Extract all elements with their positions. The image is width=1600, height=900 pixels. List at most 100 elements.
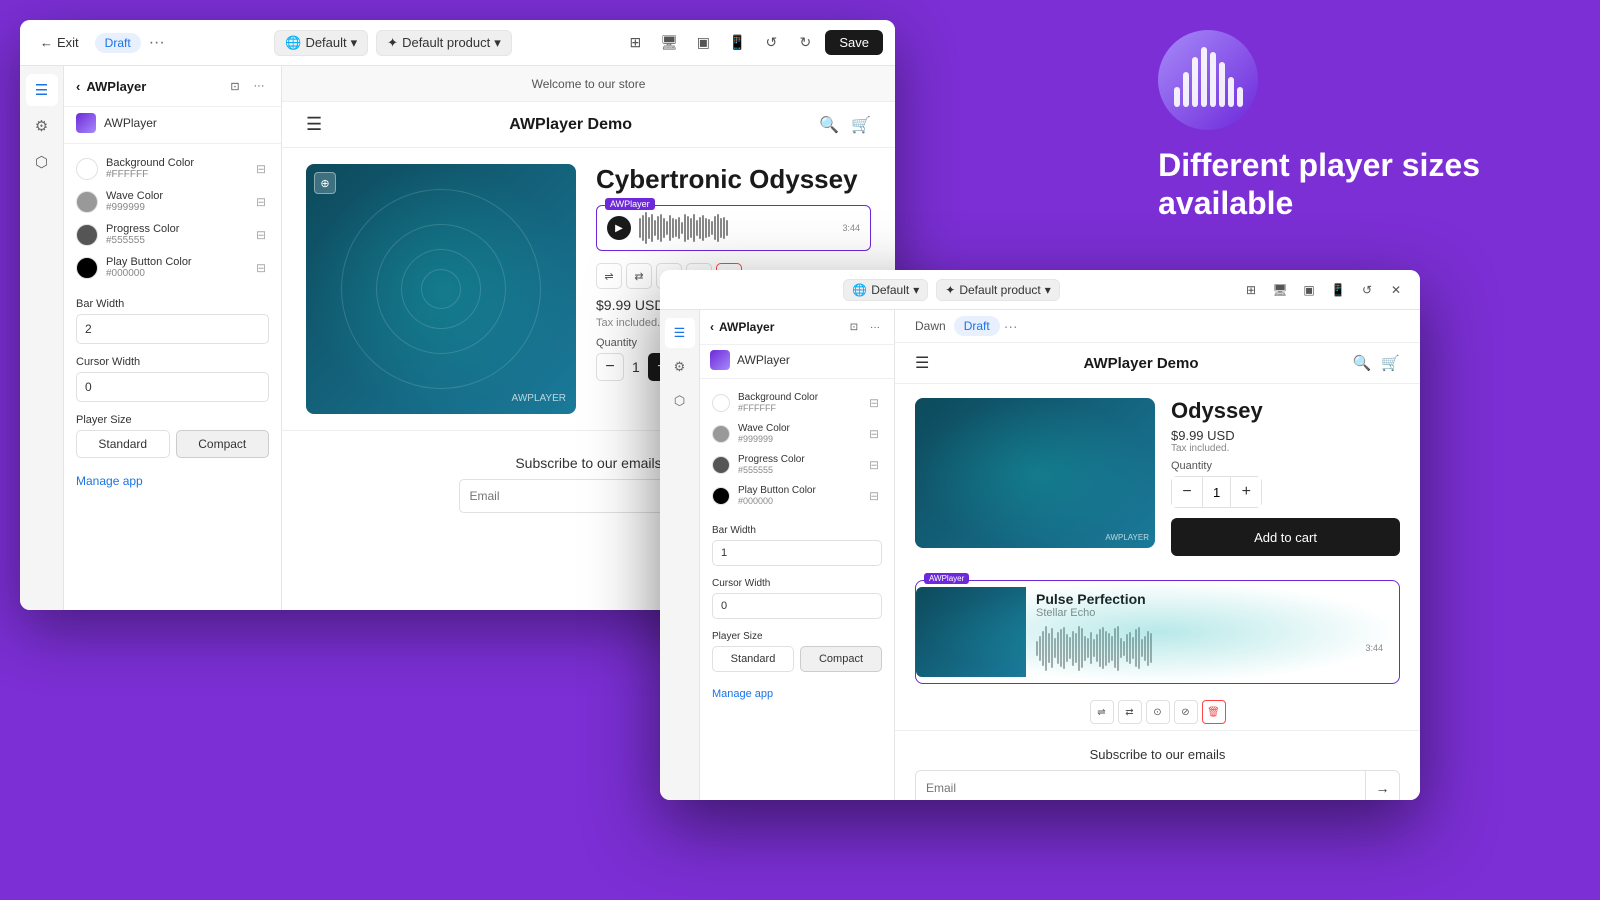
default-dropdown[interactable]: 🌐 Default ▾	[274, 30, 368, 56]
sec-sidebar-icon-apps[interactable]: ⬡	[665, 386, 695, 416]
sec-desktop-view-button[interactable]: 🖥	[1268, 278, 1292, 302]
zoom-button[interactable]: ⊕	[314, 172, 336, 194]
desktop-view-button[interactable]: 🖥	[655, 29, 683, 57]
panel-view-icon[interactable]: ⊡	[225, 76, 245, 96]
sec-wave-color-swatch[interactable]	[712, 425, 730, 443]
sec-wave-color-action-icon[interactable]: ⊟	[866, 426, 882, 442]
sec-sidebar-icon-sections[interactable]: ☰	[665, 318, 695, 348]
wave-color-action-icon[interactable]: ⊟	[253, 194, 269, 210]
sec-default-product-dropdown[interactable]: ✦ Default product ▾	[936, 279, 1059, 301]
progress-color-action-icon[interactable]: ⊟	[253, 227, 269, 243]
toolbar-shuffle-button[interactable]: ⇄	[626, 263, 652, 289]
tablet-view-button[interactable]: ▣	[689, 29, 717, 57]
grid-view-button[interactable]: ⊞	[621, 29, 649, 57]
player-size-section: Player Size Standard Compact	[64, 408, 281, 464]
sec-player-size-section: Player Size Standard Compact	[700, 625, 894, 678]
sec-product-name: Odyssey	[1171, 398, 1400, 424]
sidebar-icon-apps[interactable]: ⬡	[26, 146, 58, 178]
wave-color-swatch[interactable]	[76, 191, 98, 213]
sec-toolbar-shuffle-button[interactable]: ⇄	[1118, 700, 1142, 724]
progress-color-swatch[interactable]	[76, 224, 98, 246]
hamburger-icon[interactable]: ☰	[306, 114, 322, 135]
logo-bar	[1219, 62, 1225, 107]
sec-manage-app-link[interactable]: Manage app	[700, 678, 894, 710]
panel-back-button[interactable]: ‹ AWPlayer	[76, 79, 146, 94]
draft-tab[interactable]: Draft	[954, 316, 1000, 336]
sec-sidebar-icon-settings[interactable]: ⚙	[665, 352, 695, 382]
sec-bg-color-swatch[interactable]	[712, 394, 730, 412]
cursor-width-input[interactable]	[76, 372, 269, 402]
toolbar-repeat-button[interactable]: ⇌	[596, 263, 622, 289]
sec-qty-increase[interactable]: +	[1231, 477, 1261, 507]
sec-toolbar-download-button[interactable]: ⊘	[1174, 700, 1198, 724]
cart-icon[interactable]: 🛒	[851, 115, 871, 135]
sec-qty-label: Quantity	[1171, 460, 1400, 472]
sidebar-icon-sections[interactable]: ☰	[26, 74, 58, 106]
qty-value: 1	[632, 359, 640, 375]
default-product-dropdown[interactable]: ✦ Default product ▾	[376, 30, 512, 56]
sec-panel-view-icon[interactable]: ⊡	[845, 318, 863, 336]
sec-qty-decrease[interactable]: −	[1172, 477, 1202, 507]
mobile-view-button[interactable]: 📱	[723, 29, 751, 57]
compact-size-button[interactable]: Compact	[176, 430, 270, 458]
sec-close-button[interactable]: ✕	[1384, 278, 1408, 302]
sec-toolbar-delete-button[interactable]: 🗑	[1202, 700, 1226, 724]
sec-progress-color-action-icon[interactable]: ⊟	[866, 457, 882, 473]
undo-button[interactable]: ↺	[757, 29, 785, 57]
sec-progress-color-swatch[interactable]	[712, 456, 730, 474]
sec-image-watermark: AWPLAYER	[1105, 533, 1149, 542]
more-options-button[interactable]: ···	[149, 34, 165, 52]
draft-badge[interactable]: Draft	[95, 33, 141, 53]
qty-decrease-button[interactable]: −	[596, 353, 624, 381]
sec-hamburger-icon[interactable]: ☰	[915, 353, 929, 373]
bar-width-input[interactable]	[76, 314, 269, 344]
sec-toolbar-share-button[interactable]: ⊙	[1146, 700, 1170, 724]
wf-bar	[702, 215, 704, 241]
sec-playbutton-color-action-icon[interactable]: ⊟	[866, 488, 882, 504]
redo-button[interactable]: ↻	[791, 29, 819, 57]
sec-email-input[interactable]	[916, 771, 1365, 800]
sec-color-row-progress: Progress Color #555555 ⊟	[712, 449, 882, 480]
add-to-cart-button[interactable]: Add to cart	[1171, 518, 1400, 556]
sec-bar-width-input[interactable]	[712, 540, 882, 566]
sec-product-area: AWPLAYER Odyssey $9.99 USD Tax included.…	[895, 384, 1420, 570]
sec-panel-back-button[interactable]: ‹ AWPlayer	[710, 320, 774, 334]
sidebar-icon-settings[interactable]: ⚙	[26, 110, 58, 142]
sec-toolbar-repeat-button[interactable]: ⇌	[1090, 700, 1114, 724]
standard-size-button[interactable]: Standard	[76, 430, 170, 458]
product-icon: ✦	[387, 35, 398, 51]
play-button[interactable]: ▶	[607, 216, 631, 240]
sec-cart-icon[interactable]: 🛒	[1381, 354, 1400, 372]
sec-bg-color-action-icon[interactable]: ⊟	[866, 395, 882, 411]
sec-mobile-view-button[interactable]: 📱	[1326, 278, 1350, 302]
save-button[interactable]: Save	[825, 30, 883, 55]
wf-bar	[705, 218, 707, 239]
sec-standard-size-button[interactable]: Standard	[712, 646, 794, 672]
sec-tab-more-button[interactable]: ···	[1004, 318, 1018, 334]
bg-color-action-icon[interactable]: ⊟	[253, 161, 269, 177]
sec-compact-size-button[interactable]: Compact	[800, 646, 882, 672]
playbutton-color-swatch[interactable]	[76, 257, 98, 279]
playbutton-color-action-icon[interactable]: ⊟	[253, 260, 269, 276]
compact-thumb-overlay	[916, 581, 1399, 683]
wf-bar	[663, 218, 665, 237]
sec-panel-more-icon[interactable]: ···	[866, 318, 884, 336]
wf-bar	[675, 219, 677, 237]
wf-bar	[720, 218, 722, 237]
dawn-tab[interactable]: Dawn	[907, 316, 954, 336]
sec-qty-value: 1	[1202, 477, 1231, 507]
panel-more-icon[interactable]: ···	[249, 76, 269, 96]
sec-search-icon[interactable]: 🔍	[1353, 354, 1372, 372]
sec-email-submit-button[interactable]: →	[1365, 771, 1399, 800]
sec-grid-view-button[interactable]: ⊞	[1239, 278, 1263, 302]
sec-cursor-width-input[interactable]	[712, 593, 882, 619]
manage-app-link[interactable]: Manage app	[64, 464, 281, 498]
sec-playbutton-color-swatch[interactable]	[712, 487, 730, 505]
bg-color-swatch[interactable]	[76, 158, 98, 180]
sec-default-dropdown[interactable]: 🌐 Default ▾	[843, 279, 928, 301]
sec-tablet-view-button[interactable]: ▣	[1297, 278, 1321, 302]
compact-player-toolbar: ⇌ ⇄ ⊙ ⊘ 🗑	[895, 694, 1420, 730]
exit-button[interactable]: ← Exit	[32, 31, 87, 54]
sec-undo-button[interactable]: ↺	[1355, 278, 1379, 302]
search-icon[interactable]: 🔍	[819, 115, 839, 135]
